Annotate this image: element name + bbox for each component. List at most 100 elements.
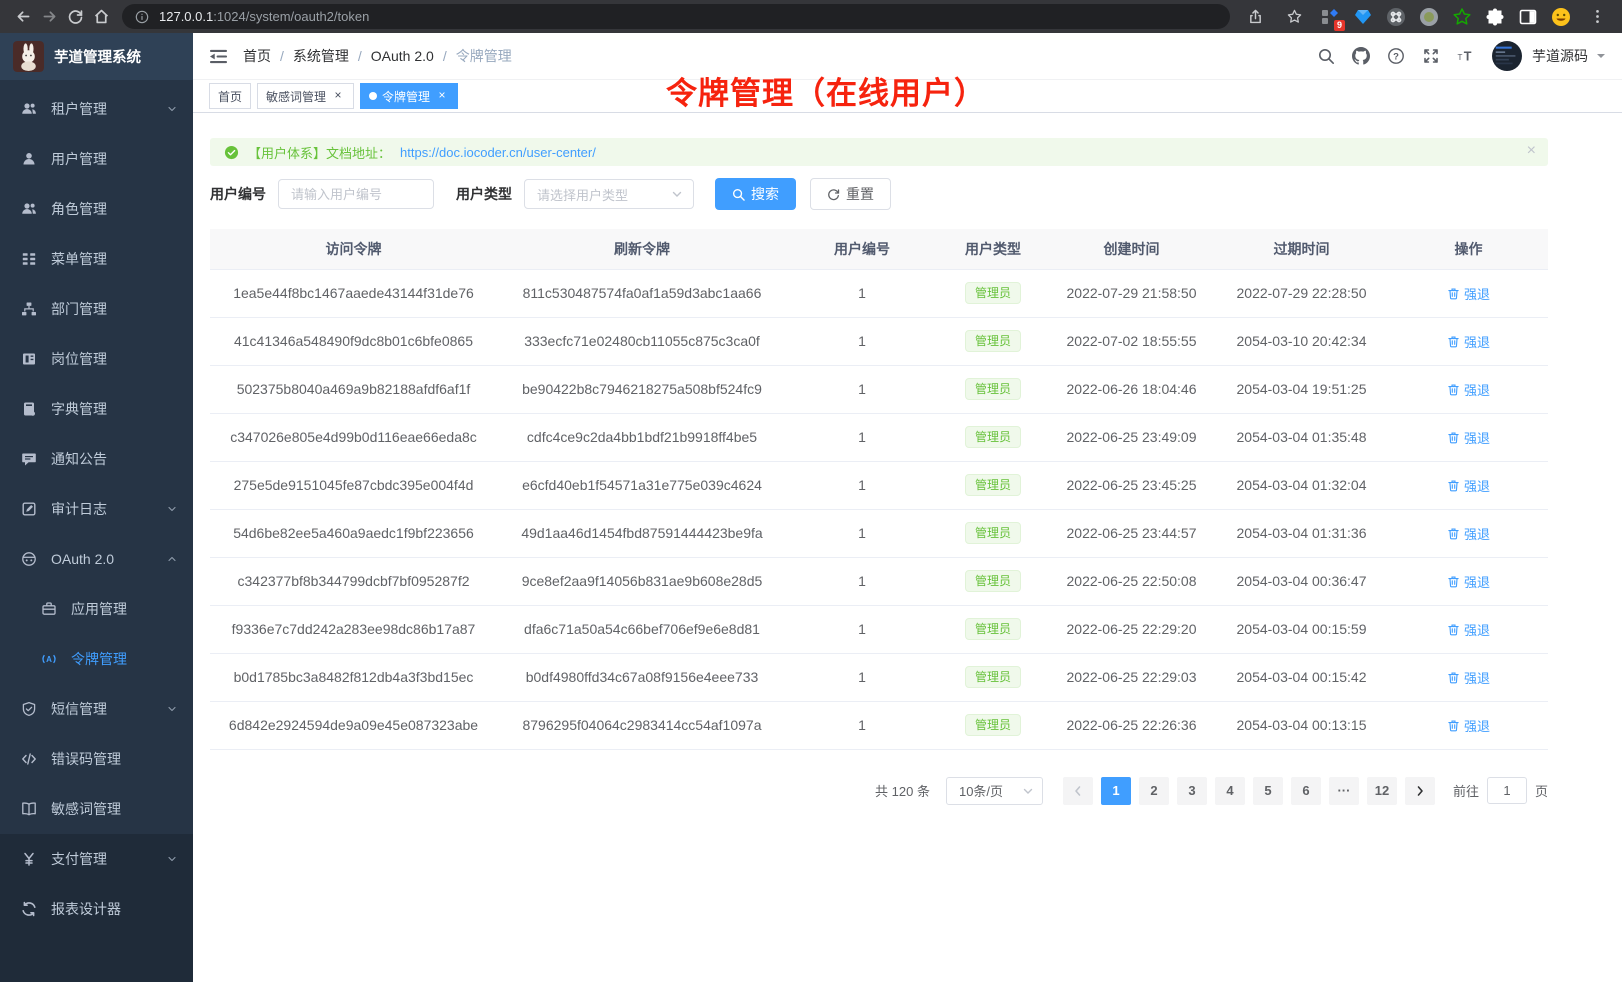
- profile-emoji-icon[interactable]: [1551, 7, 1571, 27]
- report-icon: [21, 901, 37, 917]
- force-logout-button[interactable]: 强退: [1447, 284, 1490, 303]
- pay-icon: [21, 851, 37, 867]
- tab[interactable]: 首页: [209, 83, 251, 109]
- extension-gem-icon[interactable]: [1353, 7, 1373, 27]
- font-size-icon[interactable]: TT: [1457, 47, 1475, 65]
- action-cell: 强退: [1389, 269, 1548, 317]
- force-logout-button[interactable]: 强退: [1447, 620, 1490, 639]
- user-type-select[interactable]: 请选择用户类型: [524, 179, 694, 209]
- force-logout-button[interactable]: 强退: [1447, 668, 1490, 687]
- sidebar-collapse-icon[interactable]: [209, 48, 228, 65]
- create-time-cell: 2022-07-29 21:58:50: [1049, 269, 1214, 317]
- sidebar-item[interactable]: 租户管理: [0, 84, 193, 134]
- sidebar-item[interactable]: OAuth 2.0: [0, 534, 193, 584]
- sidebar-item[interactable]: 短信管理: [0, 684, 193, 734]
- extensions-puzzle-icon[interactable]: [1485, 7, 1505, 27]
- browser-chrome: 127.0.0.1:1024/system/oauth2/token 9: [0, 0, 1622, 33]
- sidebar-item[interactable]: 菜单管理: [0, 234, 193, 284]
- create-time-cell: 2022-06-25 22:29:20: [1049, 605, 1214, 653]
- home-icon[interactable]: [88, 4, 114, 30]
- page-button[interactable]: 5: [1253, 777, 1283, 805]
- sidebar-item[interactable]: 错误码管理: [0, 734, 193, 784]
- close-icon[interactable]: ×: [331, 89, 345, 103]
- force-logout-button[interactable]: 强退: [1447, 380, 1490, 399]
- github-icon[interactable]: [1352, 47, 1370, 65]
- chevron-down-icon: [166, 503, 178, 515]
- back-icon[interactable]: [10, 4, 36, 30]
- help-icon[interactable]: ?: [1387, 47, 1405, 65]
- force-logout-button[interactable]: 强退: [1447, 716, 1490, 735]
- sidebar-item[interactable]: 用户管理: [0, 134, 193, 184]
- user-id-cell: 1: [787, 461, 937, 509]
- prev-page-button[interactable]: [1063, 777, 1093, 805]
- search-icon[interactable]: [1317, 47, 1335, 65]
- sidebar-item-label: 菜单管理: [51, 249, 178, 269]
- page-button[interactable]: 4: [1215, 777, 1245, 805]
- extension-star-icon[interactable]: [1452, 7, 1472, 27]
- sidebar-item[interactable]: 通知公告: [0, 434, 193, 484]
- page-button[interactable]: 6: [1291, 777, 1321, 805]
- page-size-select[interactable]: 10条/页: [946, 777, 1043, 805]
- force-logout-button[interactable]: 强退: [1447, 428, 1490, 447]
- sidebar-item[interactable]: A令牌管理: [0, 634, 193, 684]
- force-logout-label: 强退: [1464, 716, 1490, 735]
- page-button[interactable]: 12: [1367, 777, 1397, 805]
- table-row: 6d842e2924594de9a09e45e087323abe8796295f…: [210, 701, 1548, 749]
- page-ellipsis-button[interactable]: ···: [1329, 777, 1359, 805]
- goto-page-input[interactable]: [1487, 777, 1527, 804]
- refresh-token-cell: 49d1aa46d1454fbd87591444423be9fa: [497, 509, 787, 557]
- force-logout-label: 强退: [1464, 476, 1490, 495]
- sidebar-item[interactable]: 角色管理: [0, 184, 193, 234]
- reset-button[interactable]: 重置: [810, 178, 891, 210]
- breadcrumb-item[interactable]: OAuth 2.0: [371, 48, 434, 64]
- expire-time-cell: 2054-03-04 19:51:25: [1214, 365, 1389, 413]
- fullscreen-icon[interactable]: [1422, 47, 1440, 65]
- sidebar-item[interactable]: 审计日志: [0, 484, 193, 534]
- caret-down-icon[interactable]: [1596, 51, 1606, 61]
- address-bar[interactable]: 127.0.0.1:1024/system/oauth2/token: [122, 4, 1230, 29]
- sidebar-item[interactable]: 支付管理: [0, 834, 193, 884]
- share-icon[interactable]: [1242, 4, 1268, 30]
- goto-label: 前往: [1453, 781, 1479, 800]
- user-avatar[interactable]: [1492, 41, 1522, 71]
- tab[interactable]: 令牌管理×: [360, 83, 458, 109]
- user-name[interactable]: 芋道源码: [1532, 46, 1588, 66]
- alert-link[interactable]: https://doc.iocoder.cn/user-center/: [400, 145, 596, 160]
- user-type-cell: 管理员: [937, 461, 1049, 509]
- user-id-input[interactable]: [278, 179, 434, 209]
- sidebar-item[interactable]: 部门管理: [0, 284, 193, 334]
- tab[interactable]: 敏感词管理×: [257, 83, 354, 109]
- table-row: 1ea5e44f8bc1467aaede43144f31de76811c5304…: [210, 269, 1548, 317]
- sidebar-item[interactable]: 岗位管理: [0, 334, 193, 384]
- browser-menu-icon[interactable]: [1584, 4, 1610, 30]
- app-logo[interactable]: 芋道管理系统: [0, 33, 193, 80]
- bookmark-star-icon[interactable]: [1281, 4, 1307, 30]
- side-panel-icon[interactable]: [1518, 7, 1538, 27]
- sidebar-item[interactable]: 报表设计器: [0, 884, 193, 934]
- extension-record-icon[interactable]: [1419, 7, 1439, 27]
- sidebar-item[interactable]: 字典管理: [0, 384, 193, 434]
- breadcrumb-item[interactable]: 首页: [243, 46, 271, 66]
- extension-grid-icon[interactable]: 9: [1320, 7, 1340, 27]
- page-button[interactable]: 3: [1177, 777, 1207, 805]
- page-button[interactable]: 1: [1101, 777, 1131, 805]
- force-logout-button[interactable]: 强退: [1447, 476, 1490, 495]
- user-id-cell: 1: [787, 605, 937, 653]
- force-logout-button[interactable]: 强退: [1447, 572, 1490, 591]
- extension-command-icon[interactable]: [1386, 7, 1406, 27]
- user-type-cell: 管理员: [937, 605, 1049, 653]
- close-icon[interactable]: ×: [435, 89, 449, 103]
- site-info-icon[interactable]: [134, 9, 150, 25]
- reload-icon[interactable]: [62, 4, 88, 30]
- next-page-button[interactable]: [1405, 777, 1435, 805]
- search-button[interactable]: 搜索: [715, 178, 796, 210]
- force-logout-button[interactable]: 强退: [1447, 524, 1490, 543]
- breadcrumb-item[interactable]: 系统管理: [293, 46, 349, 66]
- forward-icon[interactable]: [36, 4, 62, 30]
- force-logout-button[interactable]: 强退: [1447, 332, 1490, 351]
- sidebar-item[interactable]: 应用管理: [0, 584, 193, 634]
- sidebar-item-label: 通知公告: [51, 449, 178, 469]
- alert-close-icon[interactable]: ×: [1527, 143, 1536, 159]
- sidebar-item[interactable]: 敏感词管理: [0, 784, 193, 834]
- page-button[interactable]: 2: [1139, 777, 1169, 805]
